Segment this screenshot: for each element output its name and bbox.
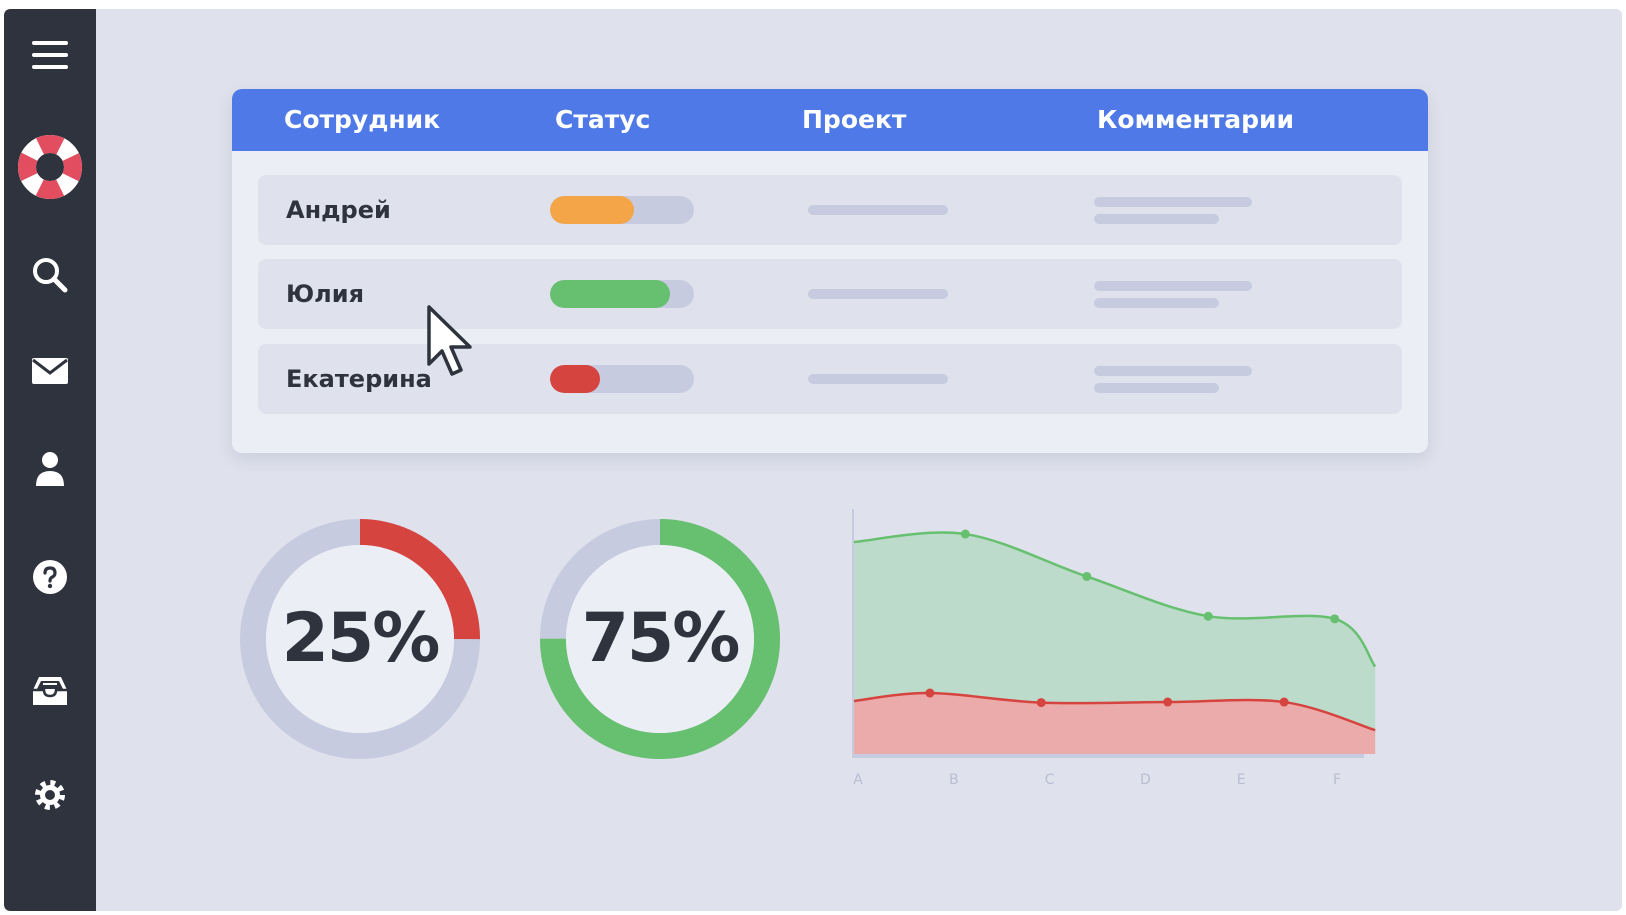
status-bar-fill bbox=[550, 196, 634, 224]
x-tick-label: C bbox=[1045, 772, 1055, 788]
status-bar bbox=[550, 280, 694, 308]
sidebar bbox=[4, 9, 96, 911]
comment-placeholder-line bbox=[1094, 383, 1219, 393]
status-bar bbox=[550, 196, 694, 224]
support-button[interactable] bbox=[4, 135, 96, 199]
data-point bbox=[1279, 697, 1289, 707]
column-header-project[interactable]: Проект bbox=[802, 89, 906, 151]
data-point bbox=[960, 529, 970, 539]
inbox-icon bbox=[33, 677, 67, 705]
column-header-status[interactable]: Статус bbox=[555, 89, 650, 151]
table-row[interactable]: Андрей bbox=[258, 175, 1402, 245]
employee-name: Екатерина bbox=[286, 365, 432, 393]
comment-placeholder-line bbox=[1094, 197, 1252, 207]
donut-percent-label: 75% bbox=[581, 599, 741, 678]
profile-button[interactable] bbox=[4, 439, 96, 499]
menu-button[interactable] bbox=[4, 25, 96, 85]
mail-button[interactable] bbox=[4, 341, 96, 401]
x-tick-label: B bbox=[949, 772, 959, 788]
data-point bbox=[1330, 614, 1340, 624]
gear-icon bbox=[35, 780, 65, 810]
comment-placeholder-line bbox=[1094, 214, 1219, 224]
mouse-cursor-icon bbox=[427, 305, 472, 376]
data-point bbox=[1203, 611, 1213, 621]
lifebuoy-icon bbox=[18, 135, 82, 199]
comment-placeholder-line bbox=[1094, 281, 1252, 291]
comment-placeholder-line bbox=[1094, 298, 1219, 308]
status-bar-fill bbox=[550, 365, 601, 393]
app-window: Сотрудник Статус Проект Комментарии Андр… bbox=[4, 9, 1622, 911]
progress-donut: 25% bbox=[230, 509, 490, 769]
area-chart: 01234ABCDEF bbox=[852, 509, 1377, 788]
employee-name: Юлия bbox=[286, 280, 364, 308]
donut-percent-label: 25% bbox=[281, 599, 441, 678]
data-point bbox=[1163, 697, 1173, 707]
x-tick-label: F bbox=[1333, 772, 1341, 788]
user-icon bbox=[36, 452, 64, 486]
settings-button[interactable] bbox=[4, 765, 96, 825]
menu-icon bbox=[32, 41, 68, 69]
search-icon bbox=[33, 258, 68, 293]
data-point bbox=[1082, 571, 1092, 581]
help-button[interactable] bbox=[4, 547, 96, 607]
employee-name: Андрей bbox=[286, 196, 391, 224]
comment-placeholder-line bbox=[1094, 366, 1252, 376]
progress-donut: 75% bbox=[530, 509, 790, 769]
project-placeholder bbox=[808, 289, 948, 299]
project-placeholder bbox=[808, 205, 948, 215]
x-tick-label: E bbox=[1237, 772, 1246, 788]
table-header: Сотрудник Статус Проект Комментарии bbox=[232, 89, 1428, 151]
help-icon bbox=[33, 560, 67, 594]
search-button[interactable] bbox=[4, 245, 96, 305]
inbox-button[interactable] bbox=[4, 661, 96, 721]
column-header-employee[interactable]: Сотрудник bbox=[284, 89, 440, 151]
status-bar-fill bbox=[550, 280, 670, 308]
employees-table: Сотрудник Статус Проект Комментарии Андр… bbox=[232, 89, 1428, 453]
x-tick-label: A bbox=[853, 772, 863, 788]
status-bar bbox=[550, 365, 694, 393]
x-tick-label: D bbox=[1140, 772, 1151, 788]
data-point bbox=[1036, 698, 1046, 708]
data-point bbox=[925, 688, 935, 698]
column-header-comments[interactable]: Комментарии bbox=[1097, 89, 1294, 151]
mail-icon bbox=[32, 358, 68, 384]
project-placeholder bbox=[808, 374, 948, 384]
